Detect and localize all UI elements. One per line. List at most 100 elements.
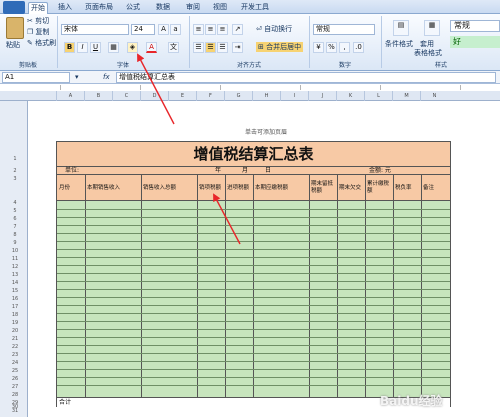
grow-font-icon[interactable]: A bbox=[158, 24, 169, 35]
row-header[interactable]: 9 bbox=[5, 240, 25, 246]
row-header[interactable]: 15 bbox=[5, 288, 25, 294]
column-header-n[interactable]: N bbox=[420, 91, 448, 101]
row-header[interactable]: 12 bbox=[5, 264, 25, 270]
style-normal[interactable]: 常规 bbox=[450, 20, 500, 32]
align-center-icon[interactable]: ☰ bbox=[205, 42, 216, 53]
row-header[interactable]: 17 bbox=[5, 304, 25, 310]
conditional-format-icon[interactable]: ▤ bbox=[393, 20, 409, 36]
align-bottom-icon[interactable]: ≡ bbox=[217, 24, 228, 35]
borders-icon[interactable]: ▦ bbox=[108, 42, 119, 53]
row-header[interactable]: 23 bbox=[5, 352, 25, 358]
row-header[interactable]: 7 bbox=[5, 224, 25, 230]
header-tax-burden[interactable]: 税负率 bbox=[393, 175, 421, 201]
row-header[interactable]: 2 bbox=[5, 168, 25, 174]
format-painter-button[interactable]: ✎ 格式刷 bbox=[27, 38, 56, 48]
row-header[interactable]: 18 bbox=[5, 312, 25, 318]
column-header-f[interactable]: F bbox=[196, 91, 224, 101]
formula-input[interactable]: 增值税结算汇总表 bbox=[116, 72, 496, 83]
header-month[interactable]: 月份 bbox=[57, 175, 85, 201]
indent-icon[interactable]: ⇥ bbox=[232, 42, 243, 53]
row-header[interactable]: 16 bbox=[5, 296, 25, 302]
tab-formulas[interactable]: 公式 bbox=[123, 2, 143, 14]
fill-color-icon[interactable]: ◈ bbox=[127, 42, 138, 53]
column-header-d[interactable]: D bbox=[140, 91, 168, 101]
conditional-format-button[interactable]: 条件格式 bbox=[385, 39, 413, 49]
row-header[interactable]: 28 bbox=[5, 392, 25, 398]
align-left-icon[interactable]: ☰ bbox=[193, 42, 204, 53]
merge-center-button[interactable]: ⊞ 合并后居中 bbox=[256, 42, 304, 52]
name-box[interactable]: A1 bbox=[2, 72, 70, 83]
paste-button[interactable]: 粘贴 bbox=[6, 40, 20, 50]
table-format-icon[interactable]: ▦ bbox=[424, 20, 440, 36]
row-header[interactable]: 19 bbox=[5, 320, 25, 326]
number-format-select[interactable]: 常规 bbox=[313, 24, 375, 35]
row-header[interactable]: 8 bbox=[5, 232, 25, 238]
row-header[interactable]: 31 bbox=[5, 408, 25, 414]
percent-icon[interactable]: % bbox=[326, 42, 337, 53]
cut-button[interactable]: ✂ 剪切 bbox=[27, 16, 49, 26]
header-total-sales[interactable]: 销售收入总额 bbox=[141, 175, 197, 201]
row-header[interactable]: 6 bbox=[5, 216, 25, 222]
bold-button[interactable]: B bbox=[64, 42, 75, 53]
row-header[interactable]: 11 bbox=[5, 256, 25, 262]
column-header-h[interactable]: H bbox=[252, 91, 280, 101]
row-header[interactable]: 20 bbox=[5, 328, 25, 334]
row-header[interactable]: 13 bbox=[5, 272, 25, 278]
tab-data[interactable]: 数据 bbox=[153, 2, 173, 14]
font-color-icon[interactable]: A bbox=[146, 42, 157, 53]
dropdown-icon[interactable]: ▾ bbox=[75, 72, 79, 82]
font-name-select[interactable]: 宋体 bbox=[61, 24, 129, 35]
row-header[interactable]: 22 bbox=[5, 344, 25, 350]
header-remarks[interactable]: 备注 bbox=[421, 175, 450, 201]
align-top-icon[interactable]: ≡ bbox=[193, 24, 204, 35]
title-row[interactable]: 增值税结算汇总表 bbox=[57, 142, 450, 167]
column-header-i[interactable]: I bbox=[280, 91, 308, 101]
column-header-e[interactable]: E bbox=[168, 91, 196, 101]
comma-style-icon[interactable]: , bbox=[339, 42, 350, 53]
tab-developer[interactable]: 开发工具 bbox=[238, 2, 272, 14]
tab-review[interactable]: 审阅 bbox=[183, 2, 203, 14]
tab-insert[interactable]: 插入 bbox=[55, 2, 75, 14]
column-header-k[interactable]: K bbox=[336, 91, 364, 101]
header-tax-payable[interactable]: 本期应缴税额 bbox=[253, 175, 309, 201]
currency-icon[interactable]: ¥ bbox=[313, 42, 324, 53]
row-header[interactable]: 4 bbox=[5, 200, 25, 206]
meta-row[interactable]: 单位: 年 月 日 金额: 元 bbox=[57, 167, 450, 175]
office-button[interactable] bbox=[3, 1, 25, 14]
column-header-g[interactable]: G bbox=[224, 91, 252, 101]
font-size-select[interactable]: 24 bbox=[131, 24, 155, 35]
header-input-tax[interactable]: 进项税额 bbox=[225, 175, 253, 201]
column-header-j[interactable]: J bbox=[308, 91, 336, 101]
paste-icon[interactable] bbox=[6, 17, 24, 39]
increase-decimal-icon[interactable]: .0 bbox=[353, 42, 364, 53]
row-header[interactable]: 27 bbox=[5, 384, 25, 390]
header-arrears[interactable]: 期末欠交 bbox=[337, 175, 365, 201]
header-current-sales[interactable]: 本期销售收入 bbox=[85, 175, 141, 201]
copy-button[interactable]: ❐ 复制 bbox=[27, 27, 50, 37]
header-cumulative-tax[interactable]: 累计缴税额 bbox=[365, 175, 393, 201]
phonetic-icon[interactable]: 文 bbox=[168, 42, 179, 53]
tab-view[interactable]: 视图 bbox=[210, 2, 230, 14]
row-header[interactable]: 10 bbox=[5, 248, 25, 254]
row-header[interactable]: 26 bbox=[5, 376, 25, 382]
row-header[interactable]: 21 bbox=[5, 336, 25, 342]
function-icon[interactable]: fx bbox=[103, 72, 110, 82]
style-good[interactable]: 好 bbox=[450, 36, 500, 48]
tab-page-layout[interactable]: 页面布局 bbox=[82, 2, 116, 14]
wrap-text-button[interactable]: ⏎ 自动换行 bbox=[256, 24, 292, 34]
underline-button[interactable]: U bbox=[90, 42, 101, 53]
column-header-a[interactable]: A bbox=[56, 91, 84, 101]
align-middle-icon[interactable]: ≡ bbox=[205, 24, 216, 35]
tab-home[interactable]: 开始 bbox=[28, 2, 48, 14]
orientation-icon[interactable]: ↗ bbox=[232, 24, 243, 35]
header-output-tax[interactable]: 销项税额 bbox=[197, 175, 225, 201]
row-header[interactable]: 24 bbox=[5, 360, 25, 366]
row-header[interactable]: 25 bbox=[5, 368, 25, 374]
header-retained-credit[interactable]: 期末留抵税额 bbox=[309, 175, 337, 201]
column-header-m[interactable]: M bbox=[392, 91, 420, 101]
column-header-l[interactable]: L bbox=[364, 91, 392, 101]
row-header[interactable]: 5 bbox=[5, 208, 25, 214]
row-header[interactable]: 14 bbox=[5, 280, 25, 286]
italic-button[interactable]: I bbox=[77, 42, 88, 53]
align-right-icon[interactable]: ☰ bbox=[217, 42, 228, 53]
